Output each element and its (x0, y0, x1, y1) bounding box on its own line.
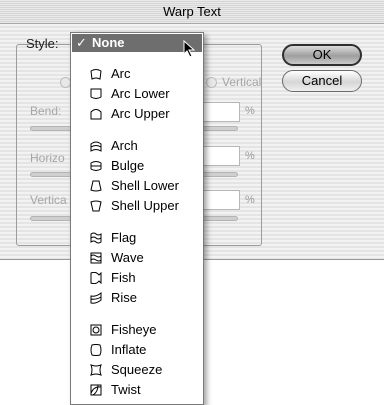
arc-lower-icon (90, 88, 102, 99)
menu-item-label: Bulge (111, 158, 145, 173)
shell-lower-icon (90, 180, 102, 192)
inflate-icon (90, 344, 102, 356)
ok-button[interactable]: OK (282, 44, 362, 66)
horizontal-percent: % (245, 150, 255, 162)
arc-upper-icon (90, 109, 102, 120)
arch-icon (90, 141, 102, 152)
vertical-radio-label: Vertical (222, 75, 262, 89)
menu-item-label: Inflate (111, 342, 147, 357)
menu-item-fish[interactable]: Fish (71, 268, 203, 288)
menu-item-flag[interactable]: Flag (71, 228, 203, 248)
menu-item-label: Squeeze (111, 362, 163, 377)
menu-item-label: Wave (111, 250, 144, 265)
menu-item-label: Arc (111, 66, 131, 81)
menu-item-inflate[interactable]: Inflate (71, 340, 203, 360)
shell-upper-icon (90, 200, 102, 212)
horizontal-distortion-label: Horizo (30, 151, 65, 165)
menu-item-label: Twist (111, 382, 141, 397)
rise-icon (90, 292, 102, 304)
menu-item-fisheye[interactable]: Fisheye (71, 320, 203, 340)
menu-item-arc-lower[interactable]: Arc Lower (71, 84, 203, 104)
menu-item-label: Flag (111, 230, 137, 245)
menu-item-twist[interactable]: Twist (71, 380, 203, 400)
squeeze-icon (90, 364, 102, 376)
menu-item-label: Rise (111, 290, 138, 305)
menu-item-label: Fish (111, 270, 136, 285)
twist-icon (90, 384, 102, 396)
menu-item-label: Arc Upper (111, 106, 170, 121)
checkmark-icon: ✓ (76, 35, 87, 50)
bend-percent: % (245, 105, 255, 117)
cancel-button[interactable]: Cancel (282, 70, 362, 92)
menu-item-label: Shell Lower (111, 178, 179, 193)
wave-icon (90, 252, 102, 264)
vertical-percent: % (245, 194, 255, 206)
menu-item-arc-upper[interactable]: Arc Upper (71, 104, 203, 124)
menu-item-wave[interactable]: Wave (71, 248, 203, 268)
style-label: Style: (26, 36, 59, 51)
style-popup-menu: ✓ None Arc Arc Lower Arc Upper Arch Bulg… (70, 32, 204, 405)
menu-item-squeeze[interactable]: Squeeze (71, 360, 203, 380)
menu-item-bulge[interactable]: Bulge (71, 156, 203, 176)
menu-item-shell-upper[interactable]: Shell Upper (71, 196, 203, 216)
menu-item-label: None (92, 35, 125, 50)
menu-item-label: Fisheye (111, 322, 157, 337)
bend-label: Bend: (30, 104, 62, 118)
flag-icon (90, 232, 102, 244)
menu-item-rise[interactable]: Rise (71, 288, 203, 308)
menu-item-label: Arc Lower (111, 86, 170, 101)
vertical-radio[interactable] (206, 77, 217, 88)
menu-item-arch[interactable]: Arch (71, 136, 203, 156)
fish-icon (90, 272, 102, 284)
fisheye-icon (90, 324, 102, 336)
arc-icon (90, 69, 102, 80)
mouse-cursor-icon (183, 40, 196, 58)
dialog-title: Warp Text (0, 0, 384, 24)
vertical-distortion-label: Vertica (30, 193, 67, 207)
menu-item-label: Arch (111, 138, 138, 153)
menu-item-arc[interactable]: Arc (71, 64, 203, 84)
menu-item-shell-lower[interactable]: Shell Lower (71, 176, 203, 196)
bulge-icon (90, 161, 102, 171)
menu-item-label: Shell Upper (111, 198, 179, 213)
